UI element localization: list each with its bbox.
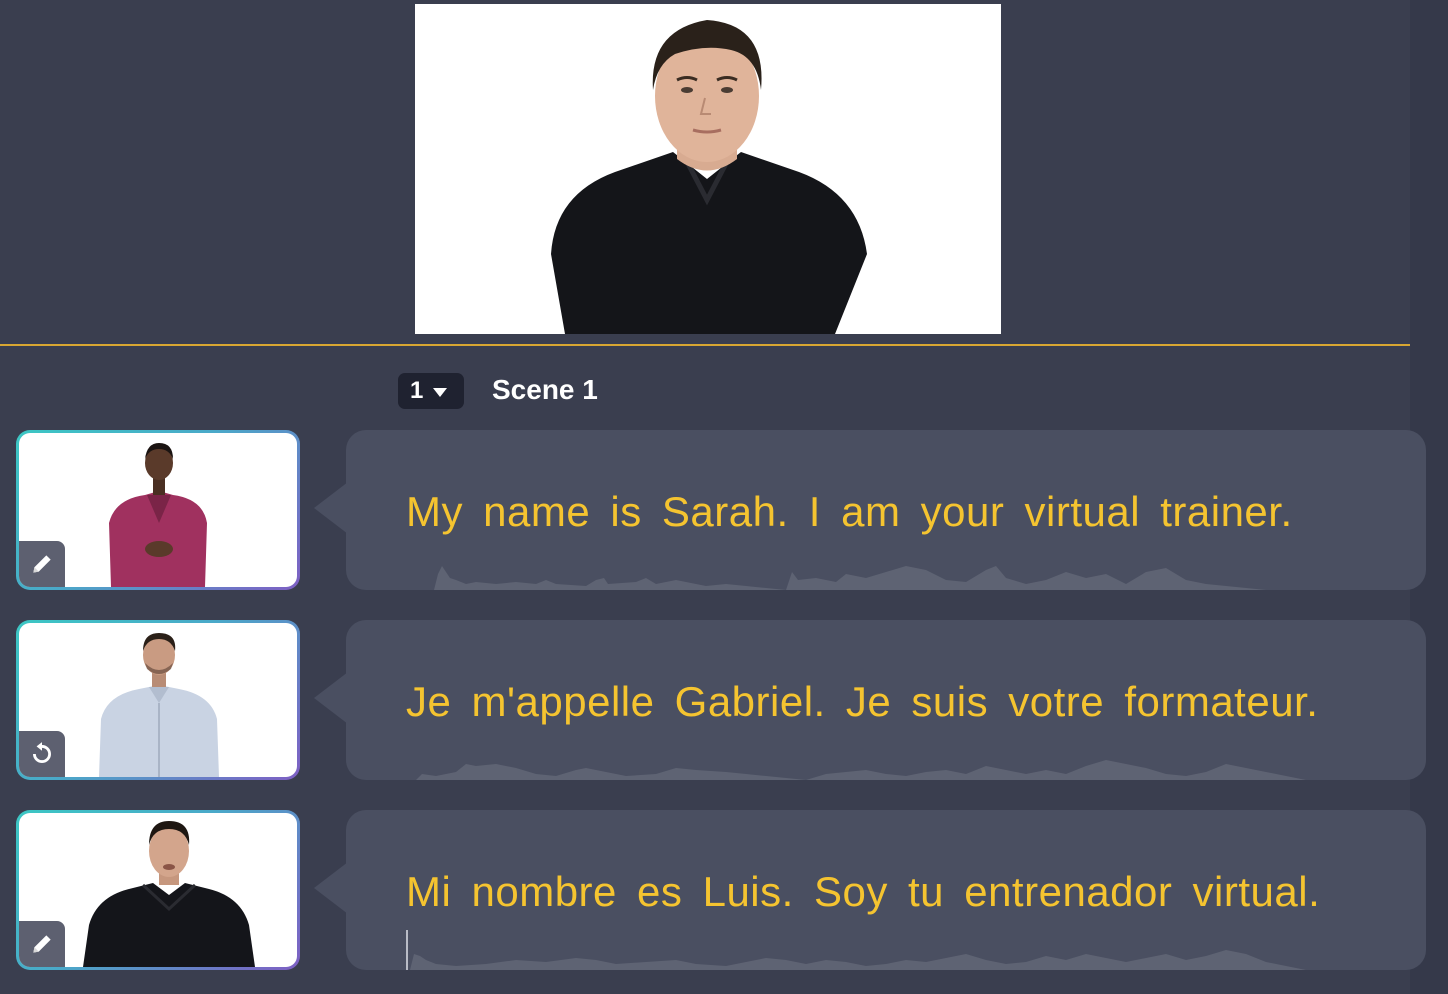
video-preview[interactable]	[415, 4, 1001, 334]
reset-avatar-button[interactable]	[19, 731, 65, 777]
bubble-pointer	[314, 482, 348, 534]
script-text[interactable]: My name is Sarah. I am your virtual trai…	[406, 488, 1293, 536]
script-text[interactable]: Je m'appelle Gabriel. Je suis votre form…	[406, 678, 1318, 726]
caret-down-icon	[433, 387, 448, 397]
edit-avatar-button[interactable]	[19, 921, 65, 967]
audio-waveform	[416, 760, 1306, 780]
script-row: My name is Sarah. I am your virtual trai…	[0, 430, 1448, 590]
reset-icon	[33, 742, 51, 763]
script-row: Je m'appelle Gabriel. Je suis votre form…	[0, 620, 1448, 780]
presenter-preview-image	[415, 4, 1001, 334]
scene-number-dropdown[interactable]: 1	[398, 373, 464, 409]
bubble-pointer	[314, 862, 348, 914]
script-row: Mi nombre es Luis. Soy tu entrenador vir…	[0, 810, 1448, 970]
audio-waveform	[434, 566, 1266, 590]
script-bubble[interactable]: Mi nombre es Luis. Soy tu entrenador vir…	[346, 810, 1426, 970]
avatar-thumbnail[interactable]	[16, 430, 300, 590]
script-bubble[interactable]: My name is Sarah. I am your virtual trai…	[346, 430, 1426, 590]
bubble-pointer	[314, 672, 348, 724]
edit-avatar-button[interactable]	[19, 541, 65, 587]
scene-title[interactable]: Scene 1	[492, 374, 598, 406]
audio-waveform	[406, 930, 1306, 970]
avatar-thumbnail[interactable]	[16, 810, 300, 970]
pencil-icon	[33, 935, 51, 953]
scene-number-label: 1	[410, 377, 424, 404]
script-bubble[interactable]: Je m'appelle Gabriel. Je suis votre form…	[346, 620, 1426, 780]
pencil-icon	[33, 555, 51, 573]
script-text[interactable]: Mi nombre es Luis. Soy tu entrenador vir…	[406, 868, 1320, 916]
avatar-thumbnail[interactable]	[16, 620, 300, 780]
